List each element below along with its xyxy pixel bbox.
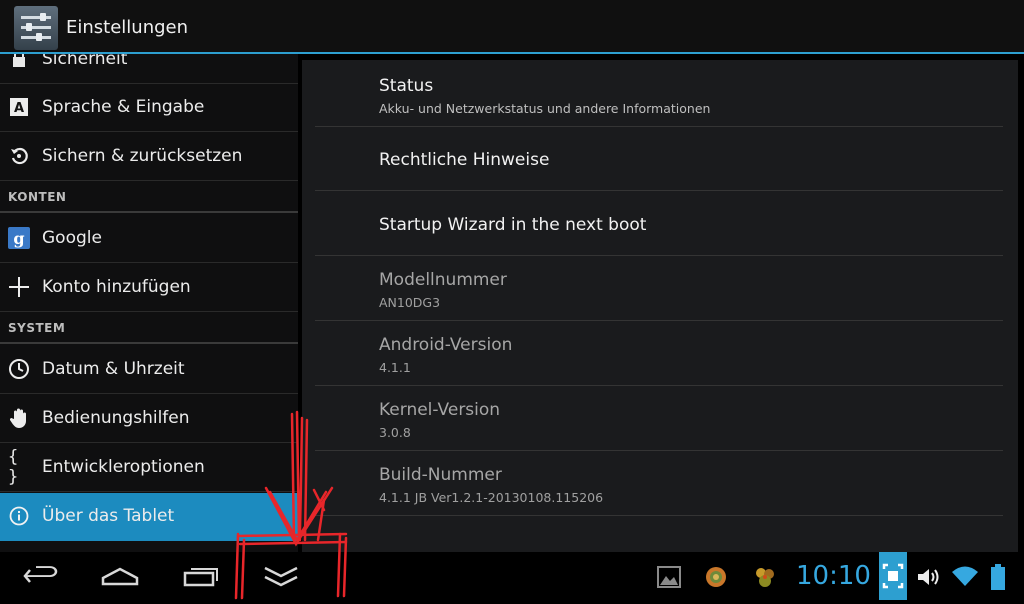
- section-header-accounts: KONTEN: [0, 182, 298, 213]
- sidebar-item-label: Datum & Uhrzeit: [42, 359, 185, 379]
- list-item-title: Rechtliche Hinweise: [379, 150, 550, 170]
- list-item-status[interactable]: Status Akku- und Netzwerkstatus und ande…: [315, 63, 1003, 127]
- sidebar-item-label: Bedienungshilfen: [42, 408, 190, 428]
- list-item-title: Build-Nummer: [379, 465, 502, 485]
- hide-keyboard-icon[interactable]: [262, 560, 300, 592]
- list-item-android-version[interactable]: Android-Version 4.1.1: [315, 322, 1003, 386]
- keyboard-a-icon: A: [8, 96, 30, 118]
- sidebar-item-language-input[interactable]: A Sprache & Eingabe: [0, 84, 298, 132]
- clock-icon: [8, 358, 30, 380]
- screenshot-icon[interactable]: [879, 552, 907, 600]
- list-item-title: Modellnummer: [379, 270, 507, 290]
- sidebar-item-google[interactable]: g Google: [0, 215, 298, 263]
- google-g-icon: g: [8, 227, 30, 249]
- list-item-title: Status: [379, 76, 434, 96]
- battery-icon[interactable]: [991, 564, 1005, 590]
- game-notification-icon[interactable]: [752, 564, 778, 590]
- about-tablet-details: Status Akku- und Netzwerkstatus und ande…: [302, 60, 1018, 552]
- gallery-notification-icon[interactable]: [657, 566, 681, 588]
- plus-icon: [8, 276, 30, 298]
- svg-text:g: g: [13, 229, 24, 248]
- sidebar-item-label: Entwickleroptionen: [42, 457, 205, 477]
- sidebar-item-label: Google: [42, 228, 102, 248]
- list-item-build-number[interactable]: Build-Nummer 4.1.1 JB Ver1.2.1-20130108.…: [315, 452, 1003, 516]
- list-item-kernel-version: Kernel-Version 3.0.8: [315, 387, 1003, 451]
- backup-restore-icon: [8, 145, 30, 167]
- app-title: Einstellungen: [66, 17, 189, 38]
- sidebar-item-date-time[interactable]: Datum & Uhrzeit: [0, 346, 298, 394]
- action-bar: Einstellungen: [0, 0, 1024, 54]
- sidebar-item-security[interactable]: Sicherheit: [0, 54, 298, 84]
- app-notification-icon[interactable]: [704, 565, 728, 589]
- list-item-title: Kernel-Version: [379, 400, 501, 420]
- hand-icon: [8, 407, 30, 429]
- braces-icon: { }: [8, 447, 19, 487]
- sidebar-item-label: Sichern & zurücksetzen: [42, 146, 243, 166]
- list-item-startup-wizard[interactable]: Startup Wizard in the next boot: [315, 192, 1003, 256]
- section-header-system: SYSTEM: [0, 313, 298, 344]
- sidebar-item-about-tablet[interactable]: Über das Tablet: [0, 493, 298, 541]
- info-icon: [8, 505, 30, 527]
- sidebar-item-backup-reset[interactable]: Sichern & zurücksetzen: [0, 133, 298, 181]
- volume-icon[interactable]: [916, 566, 942, 588]
- back-icon[interactable]: [22, 560, 60, 592]
- list-item-summary: 4.1.1 JB Ver1.2.1-20130108.115206: [379, 490, 604, 505]
- sidebar-item-label: Sprache & Eingabe: [42, 97, 205, 117]
- sidebar-item-label: Sicherheit: [42, 54, 128, 69]
- list-item-summary: AN10DG3: [379, 295, 441, 310]
- list-item-summary: 4.1.1: [379, 360, 411, 375]
- wifi-icon[interactable]: [951, 564, 979, 588]
- list-item-title: Android-Version: [379, 335, 513, 355]
- list-item-summary: 3.0.8: [379, 425, 411, 440]
- sidebar-item-label: Über das Tablet: [42, 506, 175, 526]
- sidebar-item-accessibility[interactable]: Bedienungshilfen: [0, 395, 298, 443]
- recent-apps-icon[interactable]: [182, 560, 220, 592]
- list-item-summary: Akku- und Netzwerkstatus und andere Info…: [379, 101, 711, 116]
- list-item-title: Startup Wizard in the next boot: [379, 215, 647, 235]
- clock[interactable]: 10:10: [796, 561, 871, 591]
- settings-category-list[interactable]: Sicherheit A Sprache & Eingabe Sichern &…: [0, 54, 298, 552]
- lock-icon: [8, 54, 30, 70]
- sidebar-item-add-account[interactable]: Konto hinzufügen: [0, 264, 298, 312]
- list-item-legal-notices[interactable]: Rechtliche Hinweise: [315, 127, 1003, 191]
- home-icon[interactable]: [100, 560, 140, 592]
- sidebar-item-label: Konto hinzufügen: [42, 277, 191, 297]
- list-item-model-number: Modellnummer AN10DG3: [315, 257, 1003, 321]
- sidebar-item-developer-options[interactable]: { } Entwickleroptionen: [0, 444, 298, 492]
- svg-text:A: A: [14, 101, 24, 116]
- settings-sliders-icon[interactable]: [14, 6, 58, 50]
